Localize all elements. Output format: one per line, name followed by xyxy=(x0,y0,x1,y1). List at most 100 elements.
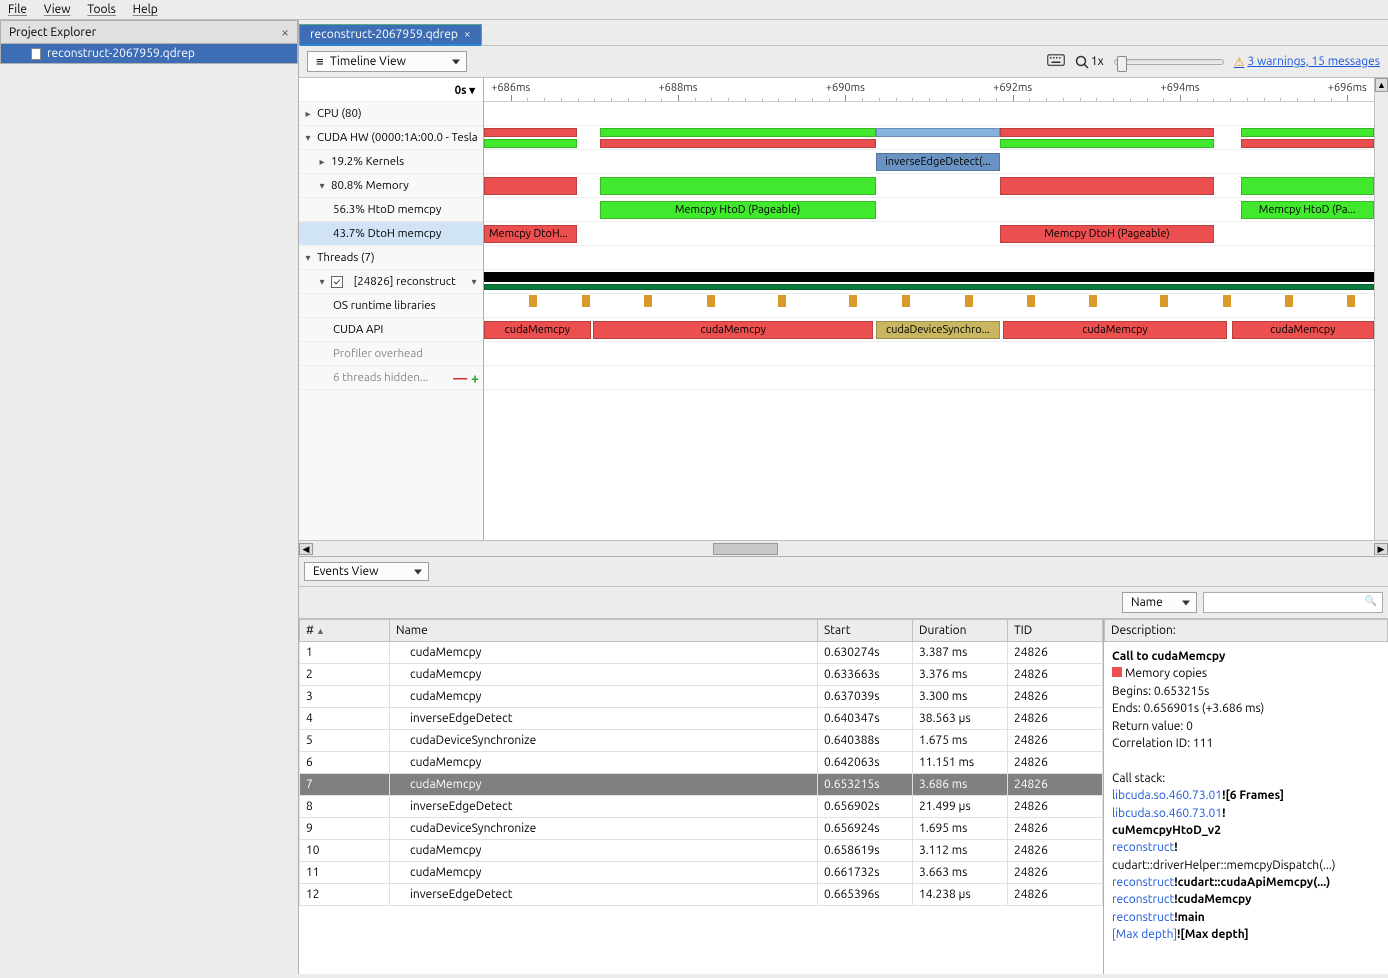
col-duration[interactable]: Duration xyxy=(913,620,1008,642)
tree-threads[interactable]: ▾Threads (7) xyxy=(299,246,483,270)
tree-kernels[interactable]: ▸19.2% Kernels xyxy=(299,150,483,174)
table-row[interactable]: 4inverseEdgeDetect0.640347s38.563 µs2482… xyxy=(300,708,1103,730)
events-table: # Name Start Duration TID 1cudaMemcpy0.6… xyxy=(299,619,1103,906)
seg-cudamemcpy[interactable]: cudaMemcpy xyxy=(593,321,872,339)
table-row[interactable]: 8inverseEdgeDetect0.656902s21.499 µs2482… xyxy=(300,796,1103,818)
events-table-wrap[interactable]: # Name Start Duration TID 1cudaMemcpy0.6… xyxy=(299,619,1103,974)
table-row[interactable]: 11cudaMemcpy0.661732s3.663 ms24826 xyxy=(300,862,1103,884)
search-icon xyxy=(1203,592,1383,613)
menu-help[interactable]: Help xyxy=(133,3,158,16)
seg-dtoh[interactable]: Memcpy DtoH... xyxy=(484,225,577,243)
timeline-vscroll[interactable]: ▲ xyxy=(1374,78,1388,540)
os-runtime-tick[interactable] xyxy=(529,295,537,307)
chevron-down-icon[interactable]: ▾ xyxy=(469,276,479,288)
seg-htod[interactable]: Memcpy HtoD (Pageable) xyxy=(600,201,876,219)
chevron-right-icon[interactable]: ▸ xyxy=(317,156,327,168)
filter-field-dropdown[interactable]: Name xyxy=(1122,592,1197,613)
table-row[interactable]: 12inverseEdgeDetect0.665396s14.238 µs248… xyxy=(300,884,1103,906)
project-file-item[interactable]: reconstruct-2067959.qdrep xyxy=(0,44,298,64)
timeline-view-dropdown[interactable]: Timeline View xyxy=(307,51,467,72)
warnings-link[interactable]: ⚠ 3 warnings, 15 messages xyxy=(1234,55,1380,69)
os-runtime-tick[interactable] xyxy=(1089,295,1097,307)
os-runtime-tick[interactable] xyxy=(1160,295,1168,307)
table-row[interactable]: 9cudaDeviceSynchronize0.656924s1.695 ms2… xyxy=(300,818,1103,840)
table-row[interactable]: 3cudaMemcpy0.637039s3.300 ms24826 xyxy=(300,686,1103,708)
tree-memory[interactable]: ▾80.8% Memory xyxy=(299,174,483,198)
seg-cudasync[interactable]: cudaDeviceSynchro... xyxy=(876,321,1001,339)
os-runtime-tick[interactable] xyxy=(644,295,652,307)
minus-icon[interactable]: — xyxy=(453,370,467,386)
scroll-right-icon[interactable]: ▶ xyxy=(1374,543,1388,555)
chevron-down-icon[interactable]: ▾ xyxy=(303,132,313,144)
timeline-canvas[interactable]: +686ms+688ms+690ms+692ms+694ms+696ms xyxy=(484,78,1374,540)
events-view-label: Events View xyxy=(313,565,378,578)
tree-cpu[interactable]: ▸CPU (80) xyxy=(299,102,483,126)
timeline-toolbar: Timeline View 1x ⚠ 3 warnings, 15 messag… xyxy=(299,45,1388,78)
os-runtime-tick[interactable] xyxy=(965,295,973,307)
axis-tick: +692ms xyxy=(993,82,1032,94)
table-row[interactable]: 6cudaMemcpy0.642063s11.151 ms24826 xyxy=(300,752,1103,774)
file-icon xyxy=(31,48,41,60)
col-number[interactable]: # xyxy=(300,620,390,642)
os-runtime-tick[interactable] xyxy=(902,295,910,307)
tree-cuda-hw[interactable]: ▾CUDA HW (0000:1A:00.0 - Tesla xyxy=(299,126,483,150)
seg-cudamemcpy[interactable]: cudaMemcpy xyxy=(1003,321,1227,339)
seg-cudamemcpy[interactable]: cudaMemcpy xyxy=(1232,321,1374,339)
plus-icon[interactable]: + xyxy=(471,370,479,386)
col-tid[interactable]: TID xyxy=(1008,620,1103,642)
scroll-up-icon[interactable]: ▲ xyxy=(1375,78,1388,92)
seg-htod[interactable]: Memcpy HtoD (Pa... xyxy=(1241,201,1375,219)
table-row[interactable]: 7cudaMemcpy0.653215s3.686 ms24826 xyxy=(300,774,1103,796)
filter-input[interactable] xyxy=(1203,592,1383,613)
scroll-thumb[interactable] xyxy=(713,543,778,555)
os-runtime-tick[interactable] xyxy=(1223,295,1231,307)
desc-stack-header: Call stack: xyxy=(1112,770,1380,787)
tree-threads-hidden[interactable]: 6 threads hidden... —+ xyxy=(299,366,483,390)
zoom-slider[interactable] xyxy=(1114,59,1224,65)
table-row[interactable]: 5cudaDeviceSynchronize0.640388s1.675 ms2… xyxy=(300,730,1103,752)
tree-htod[interactable]: 56.3% HtoD memcpy xyxy=(299,198,483,222)
timeline-hscroll[interactable]: ◀ ▶ xyxy=(299,540,1388,556)
stack-frame: reconstruct!cudaMemcpy xyxy=(1112,891,1380,908)
chevron-right-icon[interactable]: ▸ xyxy=(303,108,313,120)
menu-tools[interactable]: Tools xyxy=(87,3,116,16)
seg-cudamemcpy[interactable]: cudaMemcpy xyxy=(484,321,591,339)
os-runtime-tick[interactable] xyxy=(582,295,590,307)
close-icon[interactable]: × xyxy=(281,24,289,40)
events-view-dropdown[interactable]: Events View xyxy=(304,562,429,581)
checkbox-icon[interactable]: ✓ xyxy=(331,276,343,288)
table-row[interactable]: 1cudaMemcpy0.630274s3.387 ms24826 xyxy=(300,642,1103,664)
description-header: Description: xyxy=(1104,619,1388,642)
tree-dtoh[interactable]: 43.7% DtoH memcpy xyxy=(299,222,483,246)
menu-file[interactable]: File xyxy=(8,3,27,16)
os-runtime-tick[interactable] xyxy=(1347,295,1355,307)
chevron-down-icon[interactable]: ▾ xyxy=(317,180,327,192)
seg-dtoh[interactable]: Memcpy DtoH (Pageable) xyxy=(1000,225,1214,243)
os-runtime-tick[interactable] xyxy=(849,295,857,307)
chevron-down-icon[interactable]: ▾ xyxy=(303,252,313,264)
zoom-control[interactable]: 1x xyxy=(1075,55,1104,69)
tree-os-runtime[interactable]: OS runtime libraries xyxy=(299,294,483,318)
menu-view[interactable]: View xyxy=(44,3,71,16)
seg-inverse-edge[interactable]: inverseEdgeDetect(... xyxy=(876,153,1001,171)
track-threads-header xyxy=(484,246,1374,270)
os-runtime-tick[interactable] xyxy=(1285,295,1293,307)
os-runtime-tick[interactable] xyxy=(778,295,786,307)
scroll-left-icon[interactable]: ◀ xyxy=(299,543,313,555)
table-row[interactable]: 10cudaMemcpy0.658619s3.112 ms24826 xyxy=(300,840,1103,862)
col-name[interactable]: Name xyxy=(390,620,818,642)
tree-cuda-api[interactable]: CUDA API xyxy=(299,318,483,342)
close-tab-icon[interactable]: × xyxy=(464,28,471,41)
tree-thread-main[interactable]: ▾✓ [24826] reconstruct▾ xyxy=(299,270,483,294)
keyboard-icon[interactable] xyxy=(1047,53,1065,70)
axis-origin: 0s ▾ xyxy=(299,78,483,102)
table-row[interactable]: 2cudaMemcpy0.633663s3.376 ms24826 xyxy=(300,664,1103,686)
os-runtime-tick[interactable] xyxy=(707,295,715,307)
os-runtime-tick[interactable] xyxy=(1027,295,1035,307)
tree-profiler-overhead[interactable]: Profiler overhead xyxy=(299,342,483,366)
chevron-down-icon[interactable]: ▾ xyxy=(317,276,327,288)
col-start[interactable]: Start xyxy=(818,620,913,642)
tab-report[interactable]: reconstruct-2067959.qdrep × xyxy=(299,24,482,45)
stack-frame: libcuda.so.460.73.01! xyxy=(1112,805,1380,822)
axis-tick: +686ms xyxy=(491,82,530,94)
